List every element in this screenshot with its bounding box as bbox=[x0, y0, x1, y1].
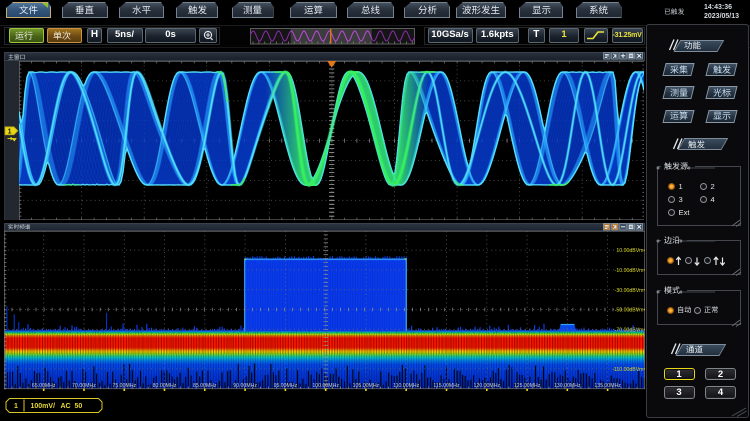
svg-text:-70.00dBVm: -70.00dBVm bbox=[615, 327, 644, 333]
svg-text:70.00MHz: 70.00MHz bbox=[72, 383, 96, 389]
svg-text:110.00MHz: 110.00MHz bbox=[393, 383, 420, 389]
svg-text:-30.00dBVm: -30.00dBVm bbox=[615, 287, 644, 293]
svg-text:-50.00dBVm: -50.00dBVm bbox=[615, 307, 644, 313]
svg-text:115.00MHz: 115.00MHz bbox=[433, 383, 460, 389]
svg-text:50: 50 bbox=[75, 403, 83, 410]
svg-text:10.00dBVm: 10.00dBVm bbox=[616, 248, 643, 254]
svg-text:85.00MHz: 85.00MHz bbox=[193, 383, 217, 389]
svg-text:75.00MHz: 75.00MHz bbox=[112, 383, 136, 389]
svg-text:80.00MHz: 80.00MHz bbox=[153, 383, 177, 389]
svg-text:-110.00dBVm: -110.00dBVm bbox=[612, 367, 643, 373]
svg-text:120.00MHz: 120.00MHz bbox=[474, 383, 501, 389]
svg-text:65.00MHz: 65.00MHz bbox=[32, 383, 56, 389]
svg-text:125.00MHz: 125.00MHz bbox=[514, 383, 541, 389]
svg-text:-10.00dBVm: -10.00dBVm bbox=[615, 268, 644, 274]
svg-text:100.00MHz: 100.00MHz bbox=[312, 383, 339, 389]
svg-text:100mV/: 100mV/ bbox=[31, 403, 56, 410]
svg-text:1: 1 bbox=[14, 403, 18, 410]
svg-text:1: 1 bbox=[8, 128, 12, 135]
svg-text:95.00MHz: 95.00MHz bbox=[274, 383, 298, 389]
svg-text:90.00MHz: 90.00MHz bbox=[233, 383, 257, 389]
svg-text:AC: AC bbox=[61, 403, 71, 410]
svg-text:105.00MHz: 105.00MHz bbox=[353, 383, 380, 389]
svg-text:130.00MHz: 130.00MHz bbox=[554, 383, 581, 389]
svg-text:135.00MHz: 135.00MHz bbox=[594, 383, 621, 389]
